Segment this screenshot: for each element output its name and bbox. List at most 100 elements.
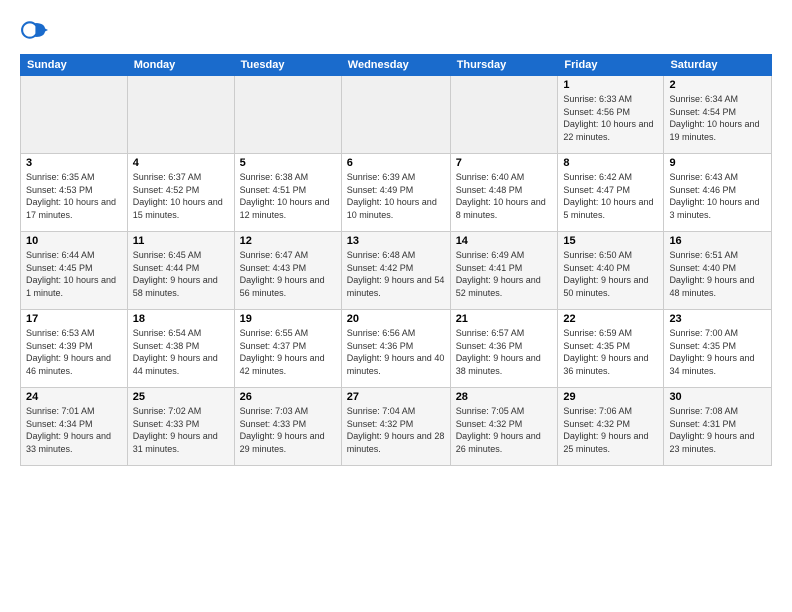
day-info: Sunrise: 6:55 AM Sunset: 4:37 PM Dayligh… bbox=[240, 327, 336, 377]
day-number: 5 bbox=[240, 157, 336, 169]
day-number: 8 bbox=[563, 157, 658, 169]
weekday-header-wednesday: Wednesday bbox=[341, 55, 450, 76]
weekday-header-sunday: Sunday bbox=[21, 55, 128, 76]
day-number: 12 bbox=[240, 235, 336, 247]
calendar-cell: 18 Sunrise: 6:54 AM Sunset: 4:38 PM Dayli… bbox=[127, 310, 234, 388]
calendar-cell: 15 Sunrise: 6:50 AM Sunset: 4:40 PM Dayli… bbox=[558, 232, 664, 310]
day-info: Sunrise: 6:35 AM Sunset: 4:53 PM Dayligh… bbox=[26, 171, 122, 221]
day-number: 27 bbox=[347, 391, 445, 403]
day-info: Sunrise: 6:56 AM Sunset: 4:36 PM Dayligh… bbox=[347, 327, 445, 377]
calendar-cell: 1 Sunrise: 6:33 AM Sunset: 4:56 PM Daylig… bbox=[558, 76, 664, 154]
day-info: Sunrise: 6:45 AM Sunset: 4:44 PM Dayligh… bbox=[133, 249, 229, 299]
calendar-cell: 26 Sunrise: 7:03 AM Sunset: 4:33 PM Dayli… bbox=[234, 388, 341, 466]
calendar-cell: 7 Sunrise: 6:40 AM Sunset: 4:48 PM Daylig… bbox=[450, 154, 558, 232]
day-info: Sunrise: 7:08 AM Sunset: 4:31 PM Dayligh… bbox=[669, 405, 766, 455]
day-info: Sunrise: 7:04 AM Sunset: 4:32 PM Dayligh… bbox=[347, 405, 445, 455]
day-number: 9 bbox=[669, 157, 766, 169]
calendar-cell: 25 Sunrise: 7:02 AM Sunset: 4:33 PM Dayli… bbox=[127, 388, 234, 466]
day-info: Sunrise: 6:54 AM Sunset: 4:38 PM Dayligh… bbox=[133, 327, 229, 377]
calendar-cell: 13 Sunrise: 6:48 AM Sunset: 4:42 PM Dayli… bbox=[341, 232, 450, 310]
day-info: Sunrise: 7:03 AM Sunset: 4:33 PM Dayligh… bbox=[240, 405, 336, 455]
day-info: Sunrise: 6:43 AM Sunset: 4:46 PM Dayligh… bbox=[669, 171, 766, 221]
weekday-header-tuesday: Tuesday bbox=[234, 55, 341, 76]
day-number: 4 bbox=[133, 157, 229, 169]
day-info: Sunrise: 6:37 AM Sunset: 4:52 PM Dayligh… bbox=[133, 171, 229, 221]
day-info: Sunrise: 7:05 AM Sunset: 4:32 PM Dayligh… bbox=[456, 405, 553, 455]
day-info: Sunrise: 7:01 AM Sunset: 4:34 PM Dayligh… bbox=[26, 405, 122, 455]
day-number: 28 bbox=[456, 391, 553, 403]
calendar-cell: 27 Sunrise: 7:04 AM Sunset: 4:32 PM Dayli… bbox=[341, 388, 450, 466]
day-info: Sunrise: 7:00 AM Sunset: 4:35 PM Dayligh… bbox=[669, 327, 766, 377]
day-info: Sunrise: 6:44 AM Sunset: 4:45 PM Dayligh… bbox=[26, 249, 122, 299]
calendar-cell: 6 Sunrise: 6:39 AM Sunset: 4:49 PM Daylig… bbox=[341, 154, 450, 232]
day-number: 10 bbox=[26, 235, 122, 247]
calendar-cell: 10 Sunrise: 6:44 AM Sunset: 4:45 PM Dayli… bbox=[21, 232, 128, 310]
day-number: 22 bbox=[563, 313, 658, 325]
weekday-header-thursday: Thursday bbox=[450, 55, 558, 76]
day-info: Sunrise: 6:39 AM Sunset: 4:49 PM Dayligh… bbox=[347, 171, 445, 221]
calendar-cell: 19 Sunrise: 6:55 AM Sunset: 4:37 PM Dayli… bbox=[234, 310, 341, 388]
calendar-cell: 14 Sunrise: 6:49 AM Sunset: 4:41 PM Dayli… bbox=[450, 232, 558, 310]
calendar-cell bbox=[341, 76, 450, 154]
day-info: Sunrise: 6:59 AM Sunset: 4:35 PM Dayligh… bbox=[563, 327, 658, 377]
calendar-cell: 8 Sunrise: 6:42 AM Sunset: 4:47 PM Daylig… bbox=[558, 154, 664, 232]
calendar-table: SundayMondayTuesdayWednesdayThursdayFrid… bbox=[20, 54, 772, 466]
logo-icon bbox=[20, 16, 48, 44]
calendar-cell: 22 Sunrise: 6:59 AM Sunset: 4:35 PM Dayli… bbox=[558, 310, 664, 388]
calendar-cell: 11 Sunrise: 6:45 AM Sunset: 4:44 PM Dayli… bbox=[127, 232, 234, 310]
day-number: 29 bbox=[563, 391, 658, 403]
calendar-cell: 16 Sunrise: 6:51 AM Sunset: 4:40 PM Dayli… bbox=[664, 232, 772, 310]
day-number: 11 bbox=[133, 235, 229, 247]
calendar-cell: 17 Sunrise: 6:53 AM Sunset: 4:39 PM Dayli… bbox=[21, 310, 128, 388]
weekday-header-monday: Monday bbox=[127, 55, 234, 76]
day-info: Sunrise: 6:42 AM Sunset: 4:47 PM Dayligh… bbox=[563, 171, 658, 221]
logo bbox=[20, 16, 52, 44]
day-number: 24 bbox=[26, 391, 122, 403]
day-info: Sunrise: 6:49 AM Sunset: 4:41 PM Dayligh… bbox=[456, 249, 553, 299]
calendar-cell: 3 Sunrise: 6:35 AM Sunset: 4:53 PM Daylig… bbox=[21, 154, 128, 232]
day-info: Sunrise: 6:47 AM Sunset: 4:43 PM Dayligh… bbox=[240, 249, 336, 299]
day-number: 23 bbox=[669, 313, 766, 325]
day-number: 25 bbox=[133, 391, 229, 403]
day-number: 21 bbox=[456, 313, 553, 325]
day-info: Sunrise: 7:02 AM Sunset: 4:33 PM Dayligh… bbox=[133, 405, 229, 455]
day-number: 17 bbox=[26, 313, 122, 325]
calendar-cell: 29Sunrise: 7:06 AM Sunset: 4:32 PM Dayli… bbox=[558, 388, 664, 466]
calendar-cell: 28 Sunrise: 7:05 AM Sunset: 4:32 PM Dayli… bbox=[450, 388, 558, 466]
day-info: Sunrise: 6:40 AM Sunset: 4:48 PM Dayligh… bbox=[456, 171, 553, 221]
calendar-cell: 9 Sunrise: 6:43 AM Sunset: 4:46 PM Daylig… bbox=[664, 154, 772, 232]
day-number: 19 bbox=[240, 313, 336, 325]
calendar-cell: 23 Sunrise: 7:00 AM Sunset: 4:35 PM Dayli… bbox=[664, 310, 772, 388]
day-info: Sunrise: 6:33 AM Sunset: 4:56 PM Dayligh… bbox=[563, 93, 658, 143]
day-info: Sunrise: 6:34 AM Sunset: 4:54 PM Dayligh… bbox=[669, 93, 766, 143]
day-number: 30 bbox=[669, 391, 766, 403]
day-number: 3 bbox=[26, 157, 122, 169]
day-number: 2 bbox=[669, 79, 766, 91]
day-number: 26 bbox=[240, 391, 336, 403]
calendar-cell bbox=[450, 76, 558, 154]
calendar-cell: 2 Sunrise: 6:34 AM Sunset: 4:54 PM Daylig… bbox=[664, 76, 772, 154]
calendar-cell: 12 Sunrise: 6:47 AM Sunset: 4:43 PM Dayli… bbox=[234, 232, 341, 310]
calendar-cell bbox=[234, 76, 341, 154]
calendar-cell bbox=[21, 76, 128, 154]
day-number: 13 bbox=[347, 235, 445, 247]
day-number: 16 bbox=[669, 235, 766, 247]
day-info: Sunrise: 6:50 AM Sunset: 4:40 PM Dayligh… bbox=[563, 249, 658, 299]
calendar-cell: 4 Sunrise: 6:37 AM Sunset: 4:52 PM Daylig… bbox=[127, 154, 234, 232]
day-number: 20 bbox=[347, 313, 445, 325]
day-info: Sunrise: 6:53 AM Sunset: 4:39 PM Dayligh… bbox=[26, 327, 122, 377]
calendar-cell: 20 Sunrise: 6:56 AM Sunset: 4:36 PM Dayli… bbox=[341, 310, 450, 388]
day-number: 14 bbox=[456, 235, 553, 247]
calendar-cell: 30 Sunrise: 7:08 AM Sunset: 4:31 PM Dayli… bbox=[664, 388, 772, 466]
day-info: Sunrise: 6:48 AM Sunset: 4:42 PM Dayligh… bbox=[347, 249, 445, 299]
day-number: 7 bbox=[456, 157, 553, 169]
day-number: 15 bbox=[563, 235, 658, 247]
calendar-cell: 5 Sunrise: 6:38 AM Sunset: 4:51 PM Daylig… bbox=[234, 154, 341, 232]
day-number: 18 bbox=[133, 313, 229, 325]
day-number: 1 bbox=[563, 79, 658, 91]
day-number: 6 bbox=[347, 157, 445, 169]
day-info: Sunrise: 6:51 AM Sunset: 4:40 PM Dayligh… bbox=[669, 249, 766, 299]
day-info: Sunrise: 6:57 AM Sunset: 4:36 PM Dayligh… bbox=[456, 327, 553, 377]
calendar-cell: 24 Sunrise: 7:01 AM Sunset: 4:34 PM Dayli… bbox=[21, 388, 128, 466]
day-info: Sunrise: 6:38 AM Sunset: 4:51 PM Dayligh… bbox=[240, 171, 336, 221]
